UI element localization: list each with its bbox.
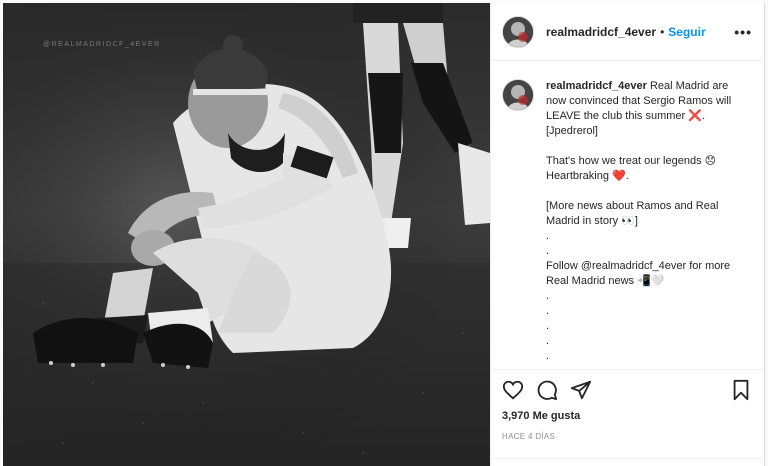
caption-line-8: . <box>546 320 550 332</box>
caption-line-6: . <box>546 290 550 302</box>
avatar[interactable] <box>502 15 534 48</box>
instagram-post-modal: @REALMADRIDCF_4EVER realmadridcf_4ever •… <box>0 0 768 466</box>
more-options-icon[interactable]: ••• <box>734 24 752 40</box>
caption-line-1: That's how we treat our legends 😞 Heartb… <box>546 155 717 182</box>
follow-button[interactable]: Seguir <box>668 25 705 39</box>
caption-username[interactable]: realmadridcf_4ever <box>546 80 647 92</box>
caption-line: realmadridcf_4ever Real Madrid are now c… <box>546 79 746 139</box>
post-header: realmadridcf_4ever • Seguir ••• <box>491 3 764 61</box>
caption-line-5: Follow @realmadridcf_4ever for more Real… <box>546 260 731 287</box>
post-actions: 3,970 Me gusta HACE 4 DÍAS <box>491 369 764 441</box>
caption-line-10: . <box>546 350 550 362</box>
caption-line-9: . <box>546 335 550 347</box>
comments-area[interactable]: realmadridcf_4ever Real Madrid are now c… <box>491 61 764 369</box>
caption-line-3: . <box>546 230 550 242</box>
caption-line-7: . <box>546 305 550 317</box>
avatar-image <box>503 80 533 110</box>
caption-line-2: [More news about Ramos and Real Madrid i… <box>546 200 719 227</box>
add-comment-bar[interactable] <box>491 458 764 466</box>
share-icon[interactable] <box>570 379 592 401</box>
caption-line-4: . <box>546 245 550 257</box>
caption-text: realmadridcf_4ever Real Madrid are now c… <box>546 79 746 364</box>
bookmark-icon[interactable] <box>730 379 752 401</box>
caption: realmadridcf_4ever Real Madrid are now c… <box>502 79 752 364</box>
header-username[interactable]: realmadridcf_4ever <box>546 25 656 39</box>
post-image[interactable]: @REALMADRIDCF_4EVER <box>3 3 490 466</box>
heart-icon[interactable] <box>502 379 524 401</box>
avatar-image <box>503 16 533 47</box>
post-timestamp[interactable]: HACE 4 DÍAS <box>502 432 752 441</box>
action-icons <box>502 370 752 410</box>
post-sidebar: realmadridcf_4ever • Seguir ••• realmadr… <box>490 3 765 466</box>
likes-count[interactable]: 3,970 Me gusta <box>502 410 752 422</box>
comment-icon[interactable] <box>536 379 558 401</box>
post-photo <box>3 3 490 466</box>
caption-avatar[interactable] <box>502 79 534 111</box>
watermark-text: @REALMADRIDCF_4EVER <box>43 41 161 48</box>
header-separator: • <box>660 24 665 39</box>
